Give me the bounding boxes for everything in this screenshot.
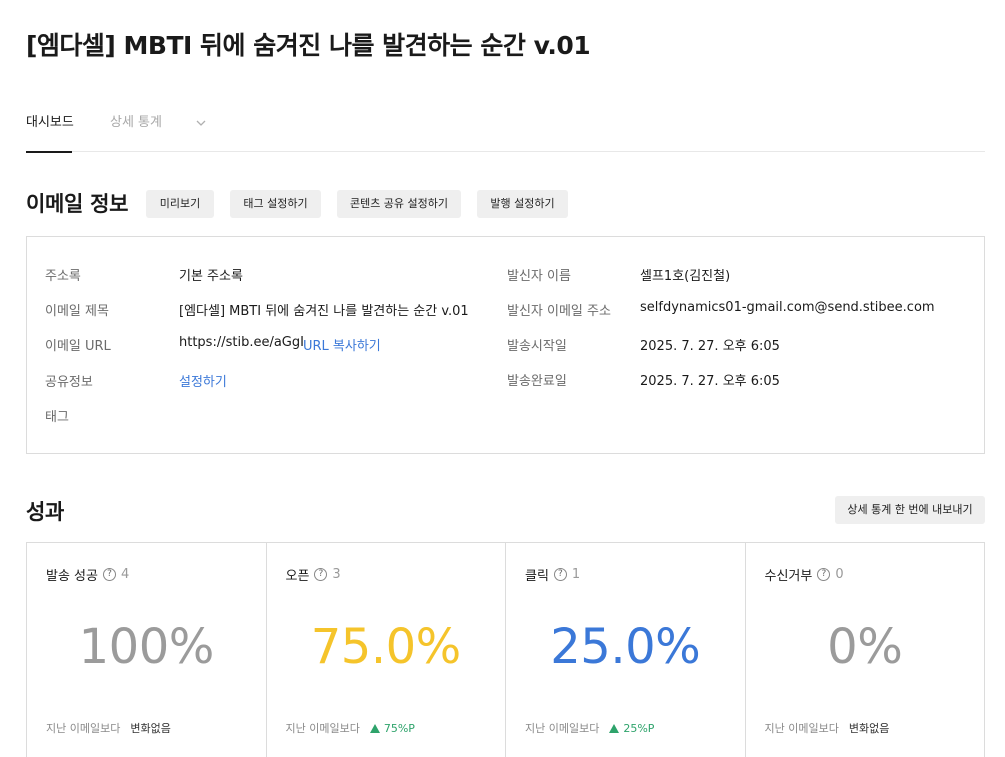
- subject-label: 이메일 제목: [45, 304, 109, 319]
- help-icon[interactable]: ?: [553, 568, 567, 581]
- metric-delta: 75%P: [383, 721, 415, 735]
- subject-value: [엠다셀] MBTI 뒤에 숨겨진 나를 발견하는 순간 v.01: [179, 304, 469, 319]
- metric-value: 75.0%: [310, 619, 461, 675]
- sender-name-label: 발신자 이름: [507, 269, 571, 284]
- send-end-label: 발송완료일: [507, 374, 567, 389]
- metric-delta: 25%P: [623, 721, 655, 735]
- email-url-value: https://stib.ee/aGgI: [179, 335, 304, 350]
- email-info-panel: 주소록 기본 주소록 이메일 제목 [엠다셀] MBTI 뒤에 숨겨진 나를 발…: [26, 236, 985, 454]
- metric-delta: 변화없음: [130, 722, 171, 735]
- metric-value: 25.0%: [550, 619, 701, 675]
- send-start-label: 발송시작일: [507, 339, 567, 354]
- address-book-value: 기본 주소록: [179, 269, 243, 284]
- metric-label: 발송 성공: [46, 569, 98, 584]
- tab-bar: 대시보드 상세 통계: [26, 104, 985, 153]
- tag-label: 태그: [45, 410, 69, 425]
- help-icon[interactable]: ?: [314, 568, 328, 581]
- share-info-label: 공유정보: [45, 375, 93, 390]
- tab-detail-stats[interactable]: 상세 통계: [110, 104, 162, 152]
- trend-up-icon: [609, 723, 620, 733]
- metric-label: 오픈: [285, 569, 310, 584]
- publish-settings-button[interactable]: 발행 설정하기: [477, 190, 568, 218]
- metric-card-click: 클릭 ? 1 25.0% 지난 이메일보다 25%P: [506, 543, 746, 757]
- email-info-title: 이메일 정보: [26, 192, 129, 216]
- send-start-value: 2025. 7. 27. 오후 6:05: [640, 339, 780, 354]
- address-book-label: 주소록: [45, 269, 81, 284]
- metric-value: 100%: [78, 619, 215, 675]
- send-end-value: 2025. 7. 27. 오후 6:05: [640, 374, 780, 389]
- content-share-settings-button[interactable]: 콘텐츠 공유 설정하기: [337, 190, 461, 218]
- metric-card-delivered: 발송 성공 ? 4 100% 지난 이메일보다 변화없음: [27, 543, 267, 757]
- chevron-down-icon[interactable]: [194, 116, 208, 130]
- sender-email-value: selfdynamics01-gmail.com@send.stibee.com: [640, 300, 935, 315]
- performance-title: 성과: [26, 500, 65, 524]
- preview-button[interactable]: 미리보기: [146, 190, 214, 218]
- share-settings-link[interactable]: 설정하기: [179, 371, 227, 390]
- metric-card-open: 오픈 ? 3 75.0% 지난 이메일보다 75%P: [267, 543, 506, 757]
- help-icon[interactable]: ?: [817, 568, 831, 581]
- sender-email-label: 발신자 이메일 주소: [507, 304, 611, 319]
- compare-label: 지난 이메일보다: [285, 722, 360, 735]
- metric-card-unsubscribe: 수신거부 ? 0 0% 지난 이메일보다 변화없음: [746, 543, 985, 757]
- trend-up-icon: [369, 723, 380, 733]
- metric-count: 1: [571, 567, 581, 582]
- metric-value: 0%: [827, 619, 903, 675]
- sender-name-value: 셀프1호(김진철): [640, 269, 731, 284]
- metric-count: 3: [332, 567, 341, 582]
- metric-label: 수신거부: [764, 569, 813, 584]
- page-title: [엠다셀] MBTI 뒤에 숨겨진 나를 발견하는 순간 v.01: [26, 31, 591, 60]
- tag-settings-button[interactable]: 태그 설정하기: [230, 190, 321, 218]
- metric-count: 0: [835, 567, 844, 582]
- compare-label: 지난 이메일보다: [46, 722, 121, 735]
- email-url-label: 이메일 URL: [45, 339, 111, 354]
- metric-label: 클릭: [525, 569, 549, 584]
- tab-dashboard[interactable]: 대시보드: [26, 104, 74, 153]
- help-icon[interactable]: ?: [102, 568, 116, 581]
- compare-label: 지난 이메일보다: [525, 722, 600, 735]
- export-stats-button[interactable]: 상세 통계 한 번에 내보내기: [835, 496, 985, 524]
- copy-url-link[interactable]: URL 복사하기: [303, 335, 381, 354]
- metric-count: 4: [120, 567, 130, 582]
- metrics-panel: 발송 성공 ? 4 100% 지난 이메일보다 변화없음 오픈 ? 3 75.0…: [26, 542, 985, 757]
- compare-label: 지난 이메일보다: [764, 722, 839, 735]
- metric-delta: 변화없음: [848, 722, 890, 735]
